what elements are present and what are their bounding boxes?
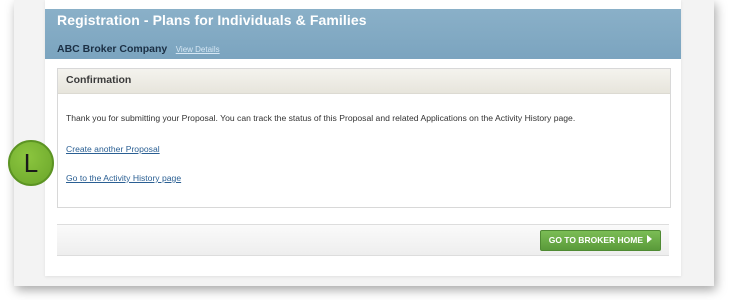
arrow-right-icon	[647, 235, 652, 243]
confirmation-title-bar: Confirmation	[58, 69, 670, 94]
company-row: ABC Broker Company View Details	[57, 39, 220, 57]
page-container: Registration - Plans for Individuals & F…	[45, 0, 681, 276]
page-header: Registration - Plans for Individuals & F…	[45, 9, 681, 59]
go-to-broker-home-button[interactable]: GO TO BROKER HOME	[539, 230, 661, 251]
page-title: Registration - Plans for Individuals & F…	[57, 12, 367, 28]
confirmation-title: Confirmation	[66, 74, 132, 86]
confirmation-panel: Confirmation Thank you for submitting yo…	[57, 68, 671, 208]
confirmation-message: Thank you for submitting your Proposal. …	[66, 113, 576, 123]
view-details-link[interactable]: View Details	[176, 45, 220, 54]
home-button-label: GO TO BROKER HOME	[548, 235, 643, 245]
footer-bar: GO TO BROKER HOME	[57, 224, 669, 256]
activity-history-link[interactable]: Go to the Activity History page	[66, 173, 181, 183]
step-marker-badge: L	[8, 140, 54, 186]
screenshot-frame: Registration - Plans for Individuals & F…	[14, 0, 714, 286]
company-name: ABC Broker Company	[57, 43, 168, 55]
create-proposal-link[interactable]: Create another Proposal	[66, 144, 160, 154]
